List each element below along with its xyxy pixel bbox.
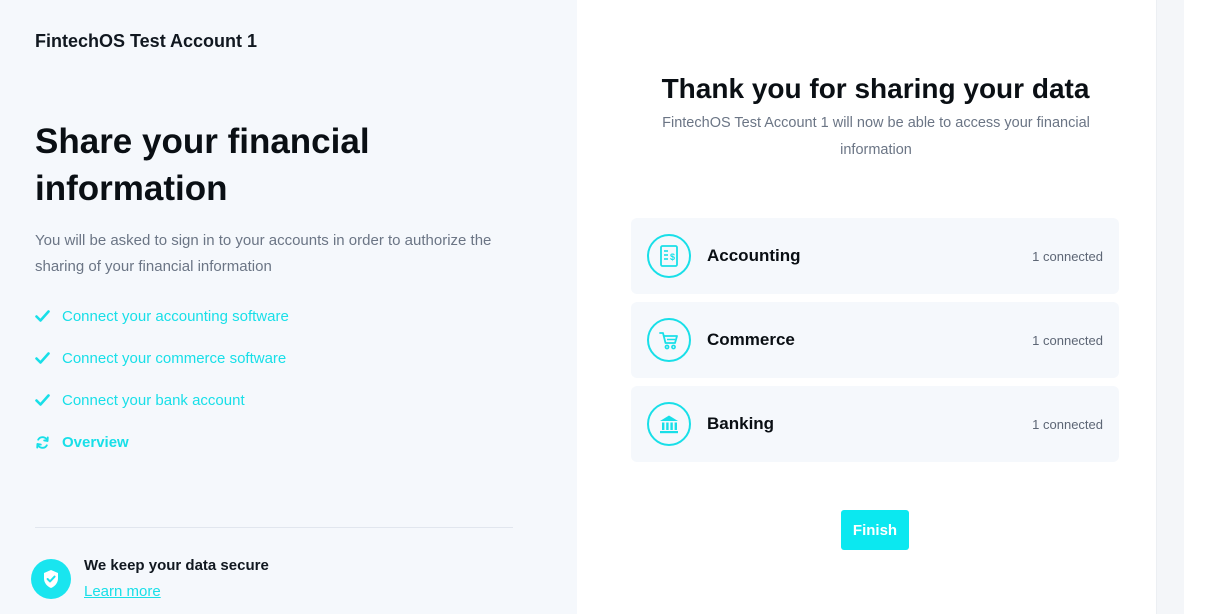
card-status: 1 connected [1032, 416, 1103, 432]
org-name: FintechOS Test Account 1 [35, 31, 258, 51]
intro-text: You will be asked to sign in to your acc… [35, 232, 492, 275]
card-name: Banking [707, 414, 775, 433]
steps-list: Connect your accounting software Connect… [35, 304, 289, 472]
card-name: Accounting [707, 246, 801, 265]
card-accounting: $ Accounting 1 connected [631, 218, 1119, 294]
thank-you-title: Thank you for sharing your data [661, 73, 1090, 104]
learn-more-link[interactable]: Learn more [84, 583, 161, 600]
check-icon [35, 351, 50, 366]
thank-you-subtitle: FintechOS Test Account 1 will now be abl… [662, 115, 1090, 158]
card-name: Commerce [707, 330, 795, 349]
right-panel: Thank you for sharing your data FintechO… [577, 0, 1184, 614]
card-status: 1 connected [1032, 332, 1103, 348]
check-icon [35, 309, 50, 324]
bank-icon [647, 402, 691, 446]
step-connect-bank: Connect your bank account [35, 388, 289, 412]
page: FintechOS Test Account 1 Share your fina… [0, 0, 1212, 614]
card-status: 1 connected [1032, 248, 1103, 264]
page-heading: Share your financial information [35, 122, 370, 208]
scrollbar-track[interactable] [1156, 0, 1184, 614]
step-label: Connect your commerce software [62, 349, 287, 367]
check-icon [35, 393, 50, 408]
step-label: Connect your bank account [62, 391, 245, 409]
left-panel: FintechOS Test Account 1 Share your fina… [0, 0, 577, 614]
step-label: Connect your accounting software [62, 307, 289, 325]
step-connect-commerce: Connect your commerce software [35, 346, 289, 370]
refresh-icon [35, 435, 50, 450]
divider [35, 527, 513, 528]
shopping-cart-icon [647, 318, 691, 362]
security-title: We keep your data secure [84, 557, 269, 574]
finish-button[interactable]: Finish [841, 510, 909, 550]
shield-check-icon [31, 559, 71, 599]
step-connect-accounting: Connect your accounting software [35, 304, 289, 328]
card-banking: Banking 1 connected [631, 386, 1119, 462]
card-commerce: Commerce 1 connected [631, 302, 1119, 378]
step-overview: Overview [35, 430, 289, 454]
step-label: Overview [62, 433, 129, 451]
invoice-dollar-icon: $ [647, 234, 691, 278]
connection-cards: $ Accounting 1 connected Commerce 1 conn… [631, 218, 1119, 470]
svg-text:$: $ [670, 252, 675, 262]
